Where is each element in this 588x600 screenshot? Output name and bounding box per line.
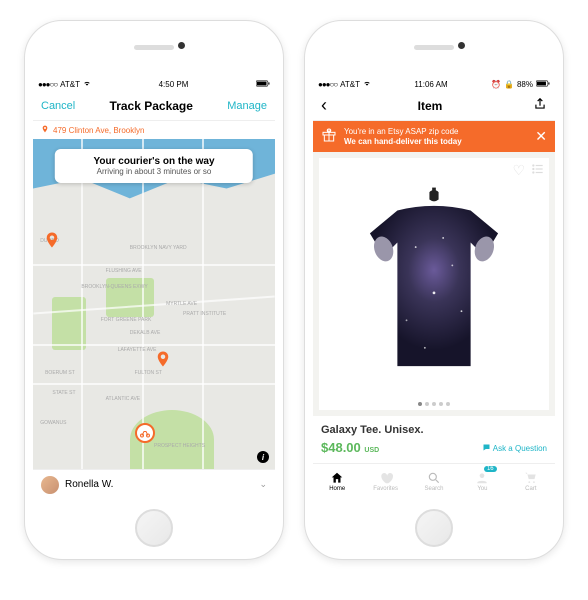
product-graphic <box>342 183 526 384</box>
map-label-myrtle: MYRTLE AVE <box>166 301 197 307</box>
map-label-ftgreene: Fort Greene Park <box>101 317 152 323</box>
tracking-bubble: Your courier's on the way Arriving in ab… <box>55 149 253 183</box>
tab-favorites[interactable]: Favorites <box>361 464 409 499</box>
map-label-statest: STATE ST <box>52 390 75 396</box>
manage-button[interactable]: Manage <box>227 100 267 112</box>
share-button[interactable] <box>533 97 547 114</box>
wifi-icon <box>363 79 371 89</box>
map[interactable]: DUMBO Brooklyn Navy Yard FLUSHING AVE BR… <box>33 139 275 469</box>
map-label-pratt: Pratt Institute <box>183 311 226 317</box>
item-info: Galaxy Tee. Unisex. $48.00 USD Ask a Que… <box>313 416 555 463</box>
clock-label: 4:50 PM <box>159 80 189 89</box>
ask-question-button[interactable]: Ask a Question <box>482 443 547 454</box>
nav-title: Track Package <box>110 99 193 113</box>
map-label-gowanus: Gowanus <box>40 420 66 426</box>
pin-icon <box>41 125 49 135</box>
avatar <box>41 476 59 494</box>
bubble-subtitle: Arriving in about 3 minutes or so <box>67 167 241 176</box>
screen-item: ●●●○○ AT&T 11:06 AM ⏰ 🔒 88% ‹ Item <box>313 77 555 499</box>
map-info-button[interactable]: i <box>257 451 269 463</box>
map-label-bkexwy: BROOKLYN-QUEENS EXWY <box>81 284 147 290</box>
bubble-title: Your courier's on the way <box>67 156 241 167</box>
carrier-label: AT&T <box>60 80 80 89</box>
courier-name-label: Ronella W. <box>65 479 113 490</box>
back-button[interactable]: ‹ <box>321 95 327 116</box>
address-row[interactable]: 479 Clinton Ave, Brooklyn <box>33 121 275 139</box>
item-image[interactable]: ♡ <box>319 158 549 410</box>
nav-bar: ‹ Item <box>313 91 555 121</box>
home-button[interactable] <box>135 509 173 547</box>
map-label-atlantic: ATLANTIC AVE <box>106 396 141 402</box>
chevron-down-icon: ⌄ <box>259 479 267 490</box>
signal-dots-icon: ●●●○○ <box>318 80 337 89</box>
address-label: 479 Clinton Ave, Brooklyn <box>53 126 144 135</box>
phone-left: ●●●○○ AT&T 4:50 PM Cancel Track Package … <box>24 20 284 560</box>
tab-search[interactable]: Search <box>410 464 458 499</box>
map-label-dekalb: DEKALB AVE <box>130 330 160 336</box>
nav-title: Item <box>418 99 443 113</box>
pager-dots <box>418 402 450 406</box>
list-icon[interactable] <box>531 162 545 179</box>
cancel-button[interactable]: Cancel <box>41 100 75 112</box>
map-label-fulton: FULTON ST <box>135 370 162 376</box>
orientation-lock-icon: 🔒 <box>504 80 514 89</box>
tab-bar: Home Favorites Search 16 You Cart <box>313 463 555 499</box>
home-button[interactable] <box>415 509 453 547</box>
map-label-navy: Brooklyn Navy Yard <box>130 245 187 251</box>
phone-right: ●●●○○ AT&T 11:06 AM ⏰ 🔒 88% ‹ Item <box>304 20 564 560</box>
heart-icon[interactable]: ♡ <box>512 162 525 179</box>
battery-icon <box>256 80 270 89</box>
map-label-flushing: FLUSHING AVE <box>106 268 142 274</box>
status-bar: ●●●○○ AT&T 11:06 AM ⏰ 🔒 88% <box>313 77 555 91</box>
alarm-icon: ⏰ <box>491 80 501 89</box>
tab-home[interactable]: Home <box>313 464 361 499</box>
item-title: Galaxy Tee. Unisex. <box>321 424 547 436</box>
asap-banner: You're in an Etsy ASAP zip code We can h… <box>313 121 555 152</box>
courier-marker-icon[interactable] <box>135 423 155 443</box>
banner-line2: We can hand-deliver this today <box>344 137 528 147</box>
origin-pin-icon[interactable] <box>43 231 61 249</box>
gift-icon <box>321 127 337 146</box>
status-bar: ●●●○○ AT&T 4:50 PM <box>33 77 275 91</box>
item-area: ♡ <box>313 152 555 463</box>
screen-track: ●●●○○ AT&T 4:50 PM Cancel Track Package … <box>33 77 275 499</box>
map-label-boerum: BOERUM ST <box>45 370 75 376</box>
battery-icon <box>536 80 550 89</box>
wifi-icon <box>83 79 91 89</box>
map-bg: DUMBO Brooklyn Navy Yard FLUSHING AVE BR… <box>33 139 275 469</box>
close-icon[interactable]: ✕ <box>535 128 547 145</box>
map-label-lafayette: LAFAYETTE AVE <box>118 347 157 353</box>
tab-you[interactable]: 16 You <box>458 464 506 499</box>
map-label-prospect: Prospect Heights <box>154 443 205 449</box>
signal-dots-icon: ●●●○○ <box>38 80 57 89</box>
chat-icon <box>482 443 491 454</box>
tab-cart[interactable]: Cart <box>507 464 555 499</box>
courier-row[interactable]: Ronella W. ⌄ <box>33 469 275 499</box>
destination-pin-icon[interactable] <box>154 350 172 368</box>
nav-bar: Cancel Track Package Manage <box>33 91 275 121</box>
clock-label: 11:06 AM <box>414 80 447 89</box>
banner-line1: You're in an Etsy ASAP zip code <box>344 127 528 137</box>
item-price: $48.00 USD <box>321 440 379 455</box>
battery-pct-label: 88% <box>517 80 533 89</box>
carrier-label: AT&T <box>340 80 360 89</box>
